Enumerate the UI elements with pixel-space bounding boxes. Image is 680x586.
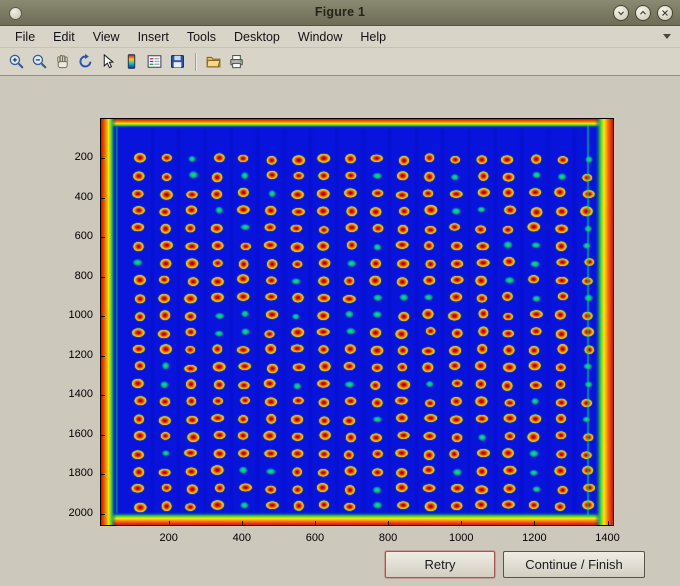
x-tick-label: 1000	[448, 532, 474, 544]
x-tick-label: 1200	[522, 532, 547, 544]
y-tick-mark	[101, 316, 105, 318]
retry-button[interactable]: Retry	[385, 551, 495, 578]
data-cursor-button[interactable]	[97, 50, 120, 73]
x-tick-label: 200	[159, 532, 178, 544]
menu-view[interactable]: View	[84, 27, 129, 47]
insert-colorbar-button[interactable]	[120, 50, 143, 73]
y-tick-label: 1800	[68, 467, 93, 480]
x-tick-mark	[314, 521, 316, 525]
y-tick-label: 800	[74, 269, 93, 282]
maximize-button[interactable]	[635, 5, 651, 21]
menu-tools[interactable]: Tools	[178, 27, 225, 47]
close-icon	[662, 10, 668, 16]
y-tick-mark	[101, 237, 105, 239]
microarray-image[interactable]	[101, 119, 613, 525]
x-tick-mark	[241, 521, 243, 525]
x-tick-mark	[168, 521, 170, 525]
zoom-in-button[interactable]	[5, 50, 28, 73]
y-tick-mark	[101, 197, 105, 199]
print-button[interactable]	[225, 50, 248, 73]
chevron-down-icon	[618, 11, 624, 16]
legend-icon	[147, 55, 162, 68]
pan-button[interactable]	[51, 50, 74, 73]
figure-toolbar	[0, 48, 680, 76]
menu-file[interactable]: File	[6, 27, 44, 47]
x-tick-mark	[388, 521, 390, 525]
x-tick-label: 600	[305, 532, 325, 544]
y-tick-label: 1000	[68, 309, 93, 322]
x-tick-label: 1400	[595, 532, 620, 544]
rotate-3d-button[interactable]	[74, 50, 97, 73]
window-title: Figure 1	[314, 5, 366, 19]
y-tick-mark	[101, 355, 105, 357]
x-tick-mark	[461, 521, 463, 525]
zoom-in-icon	[9, 54, 24, 69]
x-tick-mark	[607, 521, 609, 525]
y-tick-label: 1200	[68, 348, 93, 361]
minimize-button[interactable]	[613, 5, 629, 21]
y-tick-label: 200	[74, 151, 93, 164]
colorbar-icon	[127, 54, 136, 69]
matlab-figure-window: Figure 1 File Edit View Insert Tools Des…	[0, 0, 680, 586]
menu-insert[interactable]: Insert	[129, 27, 178, 47]
y-tick-label: 1400	[68, 388, 93, 401]
menu-edit[interactable]: Edit	[44, 27, 84, 47]
y-tick-mark	[101, 434, 105, 436]
x-tick-label: 800	[378, 532, 398, 544]
y-tick-label: 400	[74, 190, 93, 203]
open-folder-icon	[206, 56, 221, 68]
chevron-up-icon	[640, 10, 646, 15]
menu-desktop[interactable]: Desktop	[225, 27, 289, 47]
y-tick-mark	[101, 276, 105, 278]
menu-help[interactable]: Help	[351, 27, 395, 47]
data-cursor-icon	[103, 53, 115, 69]
x-tick-label: 400	[232, 532, 251, 544]
x-tick-mark	[534, 521, 536, 525]
plot-axes	[100, 118, 614, 526]
y-tick-mark	[101, 474, 105, 476]
pan-hand-icon	[57, 54, 68, 69]
menu-window[interactable]: Window	[289, 27, 351, 47]
figure-content: 200 400 600 800 1000 1200 1400 1600 1800 2000 200…	[0, 76, 680, 586]
y-tick-label: 1600	[68, 427, 93, 440]
y-tick-mark	[101, 158, 105, 160]
save-button[interactable]	[166, 50, 189, 73]
toolbar-separator	[195, 52, 196, 71]
titlebar[interactable]: Figure 1	[0, 0, 680, 26]
rotate-3d-icon	[79, 53, 92, 68]
zoom-out-icon	[32, 54, 47, 69]
y-tick-mark	[101, 395, 105, 397]
y-tick-mark	[101, 513, 105, 515]
close-button[interactable]	[657, 5, 673, 21]
print-icon	[230, 55, 243, 69]
continue-finish-button[interactable]: Continue / Finish	[503, 551, 645, 578]
zoom-out-button[interactable]	[28, 50, 51, 73]
menu-overflow-icon[interactable]	[663, 34, 671, 39]
insert-legend-button[interactable]	[143, 50, 166, 73]
menubar: File Edit View Insert Tools Desktop Wind…	[0, 26, 680, 48]
y-axis-tick-labels: 200 400 600 800 1000 1200 1400 1600 1800 2000	[0, 118, 93, 526]
open-file-button[interactable]	[202, 50, 225, 73]
y-tick-label: 2000	[68, 506, 93, 519]
y-tick-label: 600	[74, 230, 93, 243]
x-axis-tick-labels: 200 400 600 800 1000 1200 1400	[101, 532, 619, 548]
save-icon	[171, 55, 184, 68]
